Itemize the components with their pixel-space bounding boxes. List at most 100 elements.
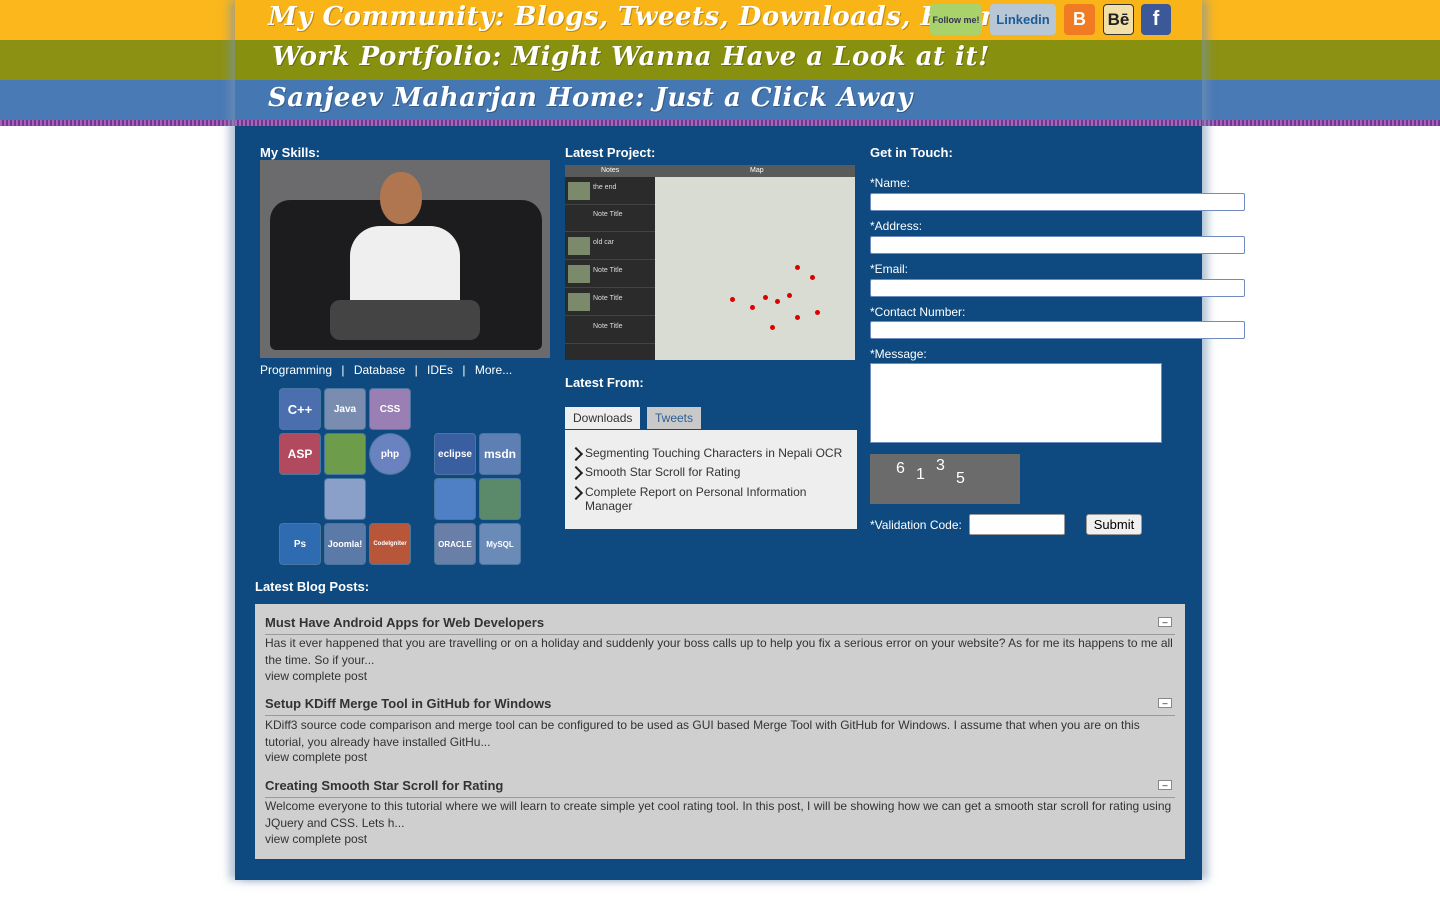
post-excerpt: Has it ever happened that you are travel…: [265, 636, 1173, 667]
person-head-shape: [380, 172, 422, 224]
map-pin: [810, 275, 815, 280]
ides-link[interactable]: IDEs: [427, 363, 453, 377]
programming-link[interactable]: Programming: [260, 363, 332, 377]
email-field[interactable]: [870, 279, 1245, 297]
person-legs-shape: [330, 300, 480, 340]
more-link[interactable]: More...: [475, 363, 512, 377]
collapse-icon[interactable]: –: [1158, 698, 1172, 708]
message-textarea[interactable]: [870, 363, 1162, 443]
validation-code-field[interactable]: [969, 514, 1065, 535]
note-thumbnail: [568, 321, 590, 339]
note-row: Note Title: [565, 317, 655, 344]
msdn-icon: msdn: [480, 434, 520, 474]
skills-links: Programming | Database | IDEs | More...: [260, 363, 512, 377]
map-pin: [795, 315, 800, 320]
note-thumbnail: [568, 182, 590, 200]
downloads-list: Segmenting Touching Characters in Nepali…: [565, 430, 857, 529]
download-item-link[interactable]: Segmenting Touching Characters in Nepali…: [585, 446, 842, 460]
address-field[interactable]: [870, 236, 1245, 254]
nav-home-link[interactable]: Sanjeev Maharjan Home: Just a Click Away: [268, 83, 913, 113]
tab-downloads[interactable]: Downloads: [565, 407, 641, 429]
chevron-right-icon: [568, 485, 584, 501]
blogger-icon[interactable]: B: [1064, 4, 1095, 35]
captcha-digit: 6: [896, 460, 905, 477]
view-post-link[interactable]: view complete post: [265, 750, 367, 764]
nav-community-link[interactable]: My Community: Blogs, Tweets, Downloads, …: [268, 2, 1034, 32]
css-icon: CSS: [370, 389, 410, 429]
photoshop-icon: Ps: [280, 524, 320, 564]
contact-number-field[interactable]: [870, 321, 1245, 339]
post-excerpt: KDiff3 source code comparison and merge …: [265, 718, 1140, 749]
contact-heading: Get in Touch:: [870, 145, 953, 160]
map-pin: [787, 293, 792, 298]
note-thumbnail: [568, 293, 590, 311]
note-row-title: the end: [593, 184, 617, 191]
cpp-icon: C++: [280, 389, 320, 429]
blog-posts-panel: Must Have Android Apps for Web Developer…: [255, 604, 1185, 859]
view-post-link[interactable]: view complete post: [265, 832, 367, 846]
java-icon: Java: [325, 389, 365, 429]
note-row-title: old car: [593, 239, 615, 246]
map-pin: [730, 297, 735, 302]
submit-button[interactable]: Submit: [1086, 514, 1142, 535]
chevron-right-icon: [568, 446, 584, 462]
note-row-title: Note Title: [593, 323, 623, 330]
note-row: Note Title: [565, 261, 655, 288]
project-screenshot[interactable]: Notes Map the end Note Title old car Not…: [565, 165, 855, 360]
database-link[interactable]: Database: [354, 363, 405, 377]
divider: [265, 715, 1175, 716]
post-title-link[interactable]: Setup KDiff Merge Tool in GitHub for Win…: [265, 696, 551, 711]
note-row-title: Note Title: [593, 211, 623, 218]
xml-icon: [325, 479, 365, 519]
latest-project-heading: Latest Project:: [565, 145, 656, 160]
map-pin: [795, 265, 800, 270]
post-title-link[interactable]: Must Have Android Apps for Web Developer…: [265, 615, 544, 630]
captcha-digit: 3: [936, 457, 945, 474]
android-icon: [325, 434, 365, 474]
separator: |: [462, 363, 466, 377]
oracle-icon: ORACLE: [435, 524, 475, 564]
separator: |: [341, 363, 345, 377]
dotted-divider-center: [235, 120, 1202, 126]
chevron-right-icon: [568, 465, 584, 481]
map-pin: [815, 310, 820, 315]
note-row: the end: [565, 178, 655, 205]
twitter-follow-icon[interactable]: Follow me!: [930, 4, 982, 35]
contact-number-label: *Contact Number:: [870, 305, 966, 319]
collapse-icon[interactable]: –: [1158, 617, 1172, 627]
post-excerpt: Welcome everyone to this tutorial where …: [265, 799, 1172, 830]
download-item-link[interactable]: Smooth Star Scroll for Rating: [585, 465, 740, 479]
note-row-title: Note Title: [593, 295, 623, 302]
blog-heading: Latest Blog Posts:: [255, 579, 370, 594]
facebook-icon[interactable]: f: [1141, 4, 1171, 35]
skills-heading: My Skills:: [260, 145, 320, 160]
behance-icon[interactable]: Bē: [1103, 4, 1134, 35]
cube-icon: [435, 479, 475, 519]
download-item-link[interactable]: Complete Report on Personal Information …: [585, 485, 835, 513]
nav-portfolio-link[interactable]: Work Portfolio: Might Wanna Have a Look …: [272, 42, 990, 72]
separator: |: [414, 363, 418, 377]
post-title-link[interactable]: Creating Smooth Star Scroll for Rating: [265, 778, 503, 793]
message-label: *Message:: [870, 347, 927, 361]
email-label: *Email:: [870, 262, 909, 276]
note-thumbnail: [568, 265, 590, 283]
latest-from-heading: Latest From:: [565, 375, 644, 390]
address-label: *Address:: [870, 219, 923, 233]
name-field[interactable]: [870, 193, 1245, 211]
note-row-title: Note Title: [593, 267, 623, 274]
linkedin-icon[interactable]: Linkedin: [990, 4, 1056, 35]
map-pin: [763, 295, 768, 300]
notes-title: Notes: [601, 167, 620, 174]
note-row: old car: [565, 233, 655, 260]
name-label: *Name:: [870, 176, 911, 190]
note-row: Note Title: [565, 289, 655, 316]
collapse-icon[interactable]: –: [1158, 780, 1172, 790]
note-thumbnail: [568, 237, 590, 255]
note-row: Note Title: [565, 205, 655, 232]
tab-tweets[interactable]: Tweets: [647, 407, 702, 429]
view-post-link[interactable]: view complete post: [265, 669, 367, 683]
php-icon: php: [370, 434, 410, 474]
eclipse-icon: eclipse: [435, 434, 475, 474]
dev-tool-icon: [480, 479, 520, 519]
joomla-icon: Joomla!: [325, 524, 365, 564]
